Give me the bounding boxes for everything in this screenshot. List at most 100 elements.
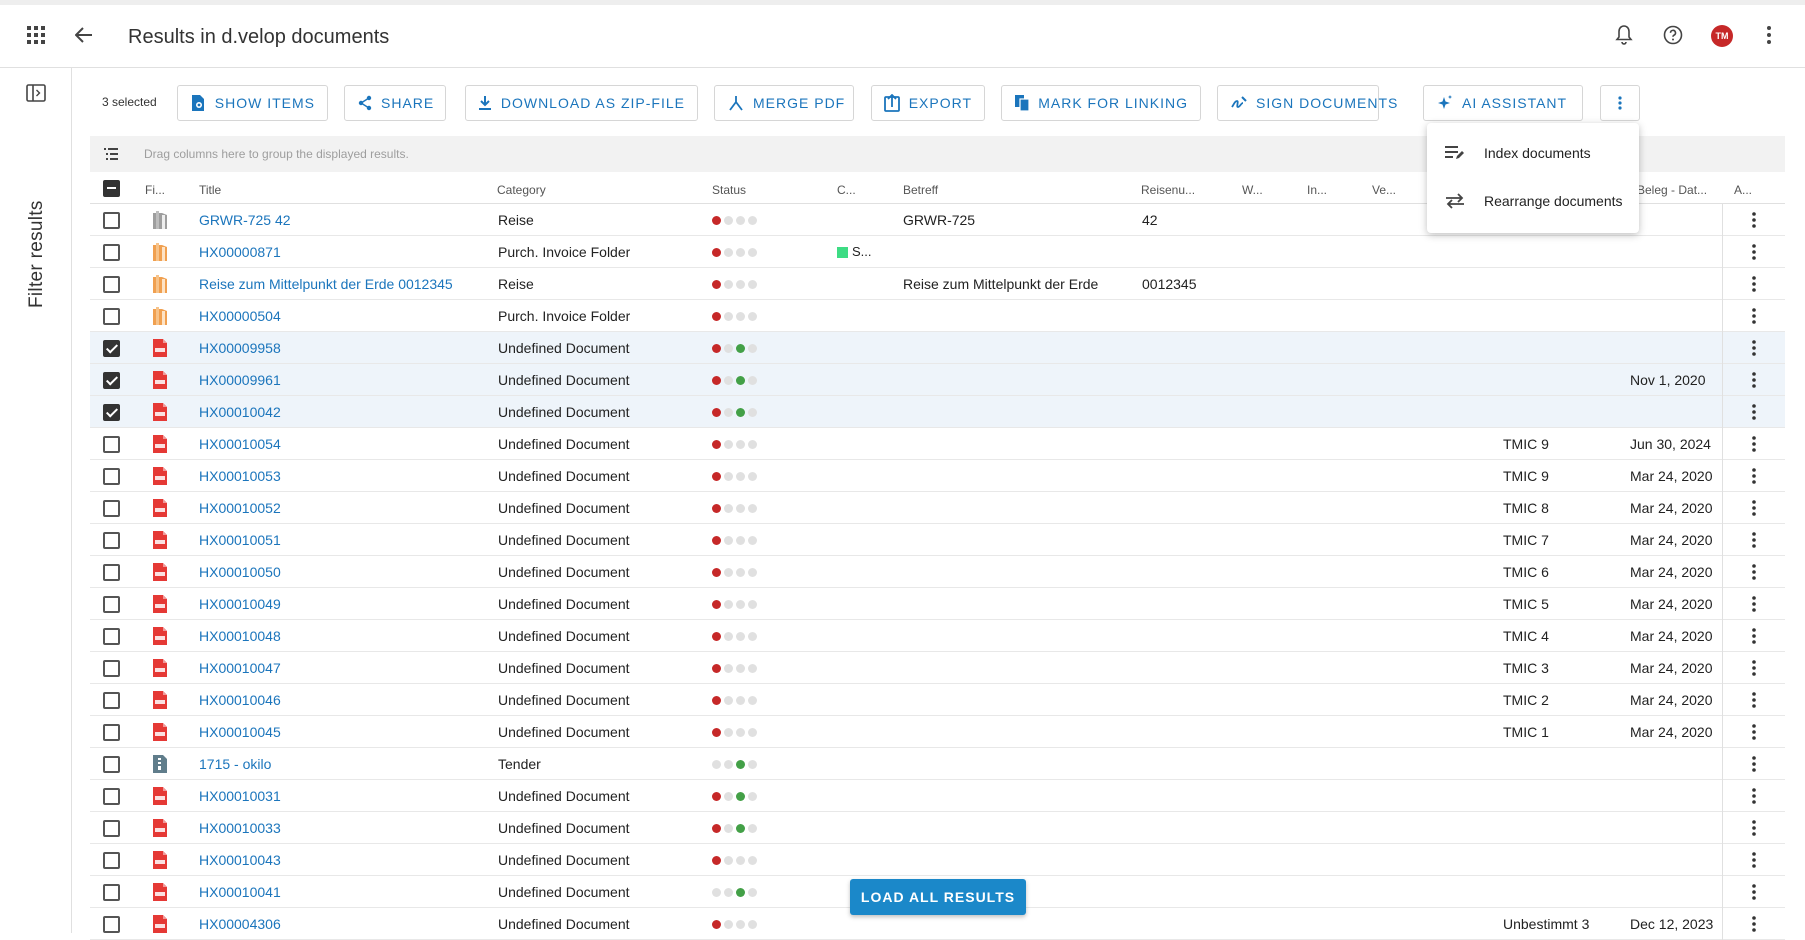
menu-item-rearrange-documents[interactable]: Rearrange documents: [1427, 178, 1639, 224]
column-header-betreff[interactable]: Betreff: [903, 183, 938, 197]
row-checkbox[interactable]: [103, 404, 120, 421]
row-actions-button[interactable]: [1722, 300, 1785, 332]
row-actions-button[interactable]: [1722, 556, 1785, 588]
document-title-link[interactable]: HX00004306: [199, 916, 281, 932]
document-title-link[interactable]: HX00010051: [199, 532, 281, 548]
row-actions-button[interactable]: [1722, 620, 1785, 652]
table-row[interactable]: HX00009958 Undefined Document: [90, 332, 1785, 364]
row-actions-button[interactable]: [1722, 492, 1785, 524]
row-actions-button[interactable]: [1722, 684, 1785, 716]
sign-documents-button[interactable]: SIGN DOCUMENTS: [1217, 85, 1397, 121]
row-checkbox[interactable]: [103, 692, 120, 709]
column-header-title[interactable]: Title: [199, 183, 221, 197]
row-checkbox[interactable]: [103, 244, 120, 261]
document-title-link[interactable]: HX00010054: [199, 436, 281, 452]
row-actions-button[interactable]: [1722, 332, 1785, 364]
row-checkbox[interactable]: [103, 820, 120, 837]
document-title-link[interactable]: HX00010043: [199, 852, 281, 868]
row-actions-button[interactable]: [1722, 652, 1785, 684]
row-actions-button[interactable]: [1722, 364, 1785, 396]
document-title-link[interactable]: HX00009958: [199, 340, 281, 356]
select-all-checkbox[interactable]: [103, 180, 120, 197]
row-checkbox[interactable]: [103, 500, 120, 517]
document-title-link[interactable]: HX00010041: [199, 884, 281, 900]
table-row[interactable]: HX00000504 Purch. Invoice Folder: [90, 300, 1785, 332]
row-actions-button[interactable]: [1722, 908, 1785, 940]
column-header-category[interactable]: Category: [497, 183, 546, 197]
table-row[interactable]: Reise zum Mittelpunkt der Erde 0012345 Re…: [90, 268, 1785, 300]
row-actions-button[interactable]: [1722, 716, 1785, 748]
row-checkbox[interactable]: [103, 372, 120, 389]
filter-results-label[interactable]: Filter results: [26, 200, 48, 308]
row-actions-button[interactable]: [1722, 460, 1785, 492]
row-actions-button[interactable]: [1722, 396, 1785, 428]
row-checkbox[interactable]: [103, 756, 120, 773]
share-button[interactable]: SHARE: [344, 85, 446, 121]
row-checkbox[interactable]: [103, 340, 120, 357]
row-actions-button[interactable]: [1722, 876, 1785, 908]
row-actions-button[interactable]: [1722, 748, 1785, 780]
row-checkbox[interactable]: [103, 564, 120, 581]
menu-item-index-documents[interactable]: Index documents: [1427, 130, 1639, 176]
document-title-link[interactable]: HX00000504: [199, 308, 281, 324]
column-header-reisenummer[interactable]: Reisenu...: [1141, 183, 1195, 197]
row-actions-button[interactable]: [1722, 844, 1785, 876]
document-title-link[interactable]: HX00010053: [199, 468, 281, 484]
row-actions-button[interactable]: [1722, 204, 1785, 236]
merge-pdf-button[interactable]: MERGE PDF: [714, 85, 854, 121]
row-checkbox[interactable]: [103, 660, 120, 677]
document-title-link[interactable]: HX00010048: [199, 628, 281, 644]
row-checkbox[interactable]: [103, 436, 120, 453]
document-title-link[interactable]: GRWR-725 42: [199, 212, 291, 228]
document-title-link[interactable]: HX00010042: [199, 404, 281, 420]
download-zip-button[interactable]: DOWNLOAD AS ZIP-FILE: [465, 85, 698, 121]
document-title-link[interactable]: Reise zum Mittelpunkt der Erde 0012345: [199, 276, 453, 292]
row-actions-button[interactable]: [1722, 268, 1785, 300]
row-checkbox[interactable]: [103, 308, 120, 325]
row-checkbox[interactable]: [103, 916, 120, 933]
document-title-link[interactable]: HX00010031: [199, 788, 281, 804]
table-row[interactable]: HX00010046 Undefined Document TMIC 2 Mar 24…: [90, 684, 1785, 716]
table-row[interactable]: HX00010031 Undefined Document: [90, 780, 1785, 812]
column-header-in[interactable]: In...: [1307, 183, 1327, 197]
row-checkbox[interactable]: [103, 468, 120, 485]
table-row[interactable]: HX00010049 Undefined Document TMIC 5 Mar 24…: [90, 588, 1785, 620]
app-launcher-icon[interactable]: [18, 17, 54, 53]
row-checkbox[interactable]: [103, 724, 120, 741]
document-title-link[interactable]: 1715 - okilo: [199, 756, 271, 772]
document-title-link[interactable]: HX00010052: [199, 500, 281, 516]
back-arrow-icon[interactable]: [66, 17, 102, 53]
table-row[interactable]: HX00010042 Undefined Document: [90, 396, 1785, 428]
mark-for-linking-button[interactable]: MARK FOR LINKING: [1001, 85, 1201, 121]
document-title-link[interactable]: HX00010049: [199, 596, 281, 612]
table-row[interactable]: HX00010050 Undefined Document TMIC 6 Mar 24…: [90, 556, 1785, 588]
table-row[interactable]: HX00009961 Undefined Document Nov 1, 2020: [90, 364, 1785, 396]
column-header-beleg-datum[interactable]: Beleg - Dat...: [1637, 183, 1707, 197]
column-header-ve[interactable]: Ve...: [1372, 183, 1396, 197]
column-header-c[interactable]: C...: [837, 183, 856, 197]
table-row[interactable]: HX00010054 Undefined Document TMIC 9 Jun 30…: [90, 428, 1785, 460]
table-row[interactable]: HX00010033 Undefined Document: [90, 812, 1785, 844]
toolbar-more-button[interactable]: [1600, 85, 1640, 121]
document-title-link[interactable]: HX00010050: [199, 564, 281, 580]
row-actions-button[interactable]: [1722, 812, 1785, 844]
row-actions-button[interactable]: [1722, 236, 1785, 268]
table-row[interactable]: HX00010052 Undefined Document TMIC 8 Mar 24…: [90, 492, 1785, 524]
user-avatar[interactable]: TM: [1711, 25, 1733, 47]
row-checkbox[interactable]: [103, 276, 120, 293]
more-vert-icon[interactable]: [1751, 17, 1787, 53]
document-title-link[interactable]: HX00010047: [199, 660, 281, 676]
notifications-bell-icon[interactable]: [1606, 17, 1642, 53]
row-actions-button[interactable]: [1722, 588, 1785, 620]
row-checkbox[interactable]: [103, 596, 120, 613]
ai-assistant-button[interactable]: AI ASSISTANT: [1423, 85, 1583, 121]
table-row[interactable]: HX00010048 Undefined Document TMIC 4 Mar 24…: [90, 620, 1785, 652]
row-checkbox[interactable]: [103, 884, 120, 901]
sidebar-toggle-icon[interactable]: [24, 81, 48, 105]
row-checkbox[interactable]: [103, 852, 120, 869]
column-header-w[interactable]: W...: [1242, 183, 1263, 197]
document-title-link[interactable]: HX00009961: [199, 372, 281, 388]
table-row[interactable]: HX00010045 Undefined Document TMIC 1 Mar 24…: [90, 716, 1785, 748]
row-checkbox[interactable]: [103, 532, 120, 549]
table-row[interactable]: HX00000871 Purch. Invoice Folder S...: [90, 236, 1785, 268]
